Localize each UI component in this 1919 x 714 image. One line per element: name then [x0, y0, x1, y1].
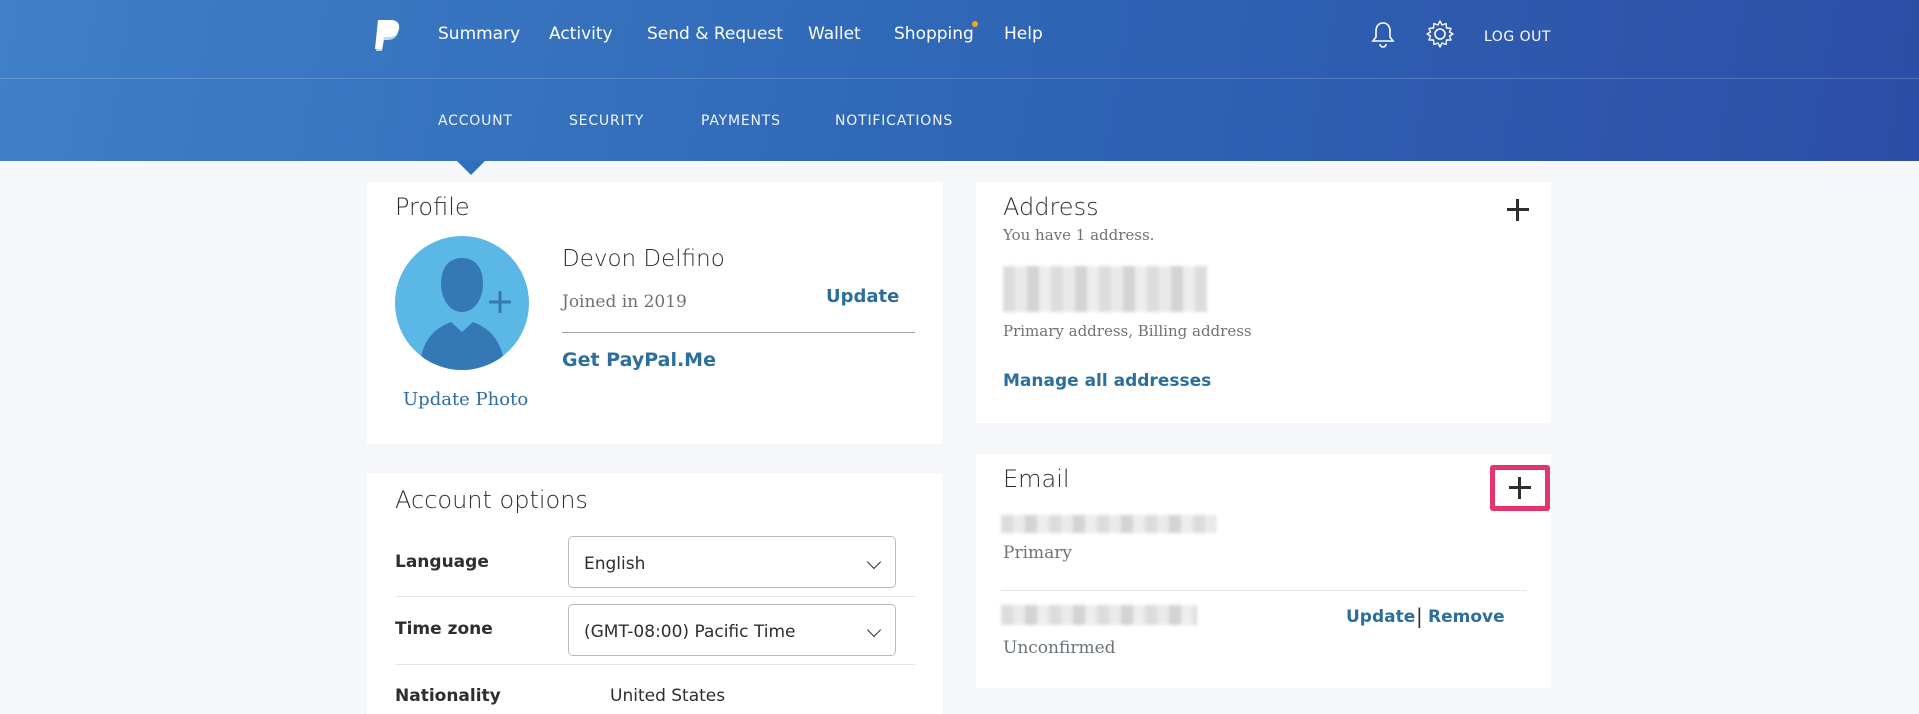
profile-card: Profile Devon Delfino Joined in 2019 Upd… [367, 182, 942, 444]
header: Summary Activity Send & Request Wallet S… [0, 0, 1919, 161]
nationality-label: Nationality [395, 686, 501, 706]
account-options-card: Account options Language English Time zo… [367, 474, 942, 714]
language-value: English [584, 554, 646, 574]
options-divider-1 [395, 596, 915, 597]
notification-dot [972, 21, 978, 27]
nav-summary[interactable]: Summary [438, 24, 520, 44]
top-navigation: Summary Activity Send & Request Wallet S… [0, 0, 1919, 79]
gear-icon[interactable] [1424, 18, 1456, 50]
account-options-title: Account options [395, 486, 588, 514]
profile-name: Devon Delfino [562, 246, 725, 272]
profile-title: Profile [395, 193, 470, 221]
redacted-primary-email [1001, 515, 1217, 533]
user-silhouette-icon [419, 258, 511, 370]
options-divider-2 [395, 664, 915, 665]
active-tab-indicator [457, 161, 485, 175]
nav-activity[interactable]: Activity [549, 24, 613, 44]
chevron-down-icon [866, 622, 882, 638]
bell-icon[interactable] [1367, 18, 1399, 50]
redacted-secondary-email [1001, 605, 1197, 625]
address-title: Address [1003, 193, 1099, 221]
add-address-button[interactable] [1503, 195, 1533, 225]
timezone-label: Time zone [395, 619, 493, 639]
paypal-logo-icon[interactable] [372, 18, 402, 52]
profile-divider [562, 332, 915, 333]
tab-notifications[interactable]: NOTIFICATIONS [835, 113, 953, 129]
tab-payments[interactable]: PAYMENTS [701, 113, 781, 129]
unconfirmed-label: Unconfirmed [1003, 638, 1116, 658]
manage-addresses-link[interactable]: Manage all addresses [1003, 371, 1211, 391]
link-separator: | [1416, 604, 1423, 628]
nav-help[interactable]: Help [1004, 24, 1043, 44]
nav-shopping[interactable]: Shopping [894, 24, 974, 44]
address-type-text: Primary address, Billing address [1003, 322, 1252, 340]
avatar[interactable] [395, 236, 529, 370]
timezone-value: (GMT-08:00) Pacific Time [584, 622, 796, 642]
profile-update-link[interactable]: Update [826, 286, 899, 307]
get-paypal-me-link[interactable]: Get PayPal.Me [562, 349, 716, 371]
address-card: Address You have 1 address. Primary addr… [976, 182, 1551, 423]
email-update-link[interactable]: Update [1346, 607, 1415, 627]
email-card: Email Primary Unconfirmed Update | Remov… [976, 454, 1551, 688]
timezone-select[interactable]: (GMT-08:00) Pacific Time [568, 604, 896, 656]
email-divider [1001, 590, 1526, 591]
nationality-value: United States [610, 686, 726, 706]
add-email-button[interactable] [1505, 473, 1535, 503]
nav-wallet[interactable]: Wallet [808, 24, 861, 44]
logout-link[interactable]: LOG OUT [1484, 29, 1551, 45]
update-photo-link[interactable]: Update Photo [403, 389, 528, 410]
email-remove-link[interactable]: Remove [1428, 607, 1505, 627]
chevron-down-icon [866, 554, 882, 570]
address-count-text: You have 1 address. [1003, 226, 1155, 244]
tab-account[interactable]: ACCOUNT [438, 113, 513, 129]
redacted-address [1003, 266, 1207, 312]
nav-send-request[interactable]: Send & Request [647, 24, 783, 44]
primary-label: Primary [1003, 543, 1072, 563]
language-select[interactable]: English [568, 536, 896, 588]
tab-security[interactable]: SECURITY [569, 113, 644, 129]
language-label: Language [395, 552, 489, 572]
joined-text: Joined in 2019 [562, 292, 687, 312]
email-title: Email [1003, 465, 1070, 493]
